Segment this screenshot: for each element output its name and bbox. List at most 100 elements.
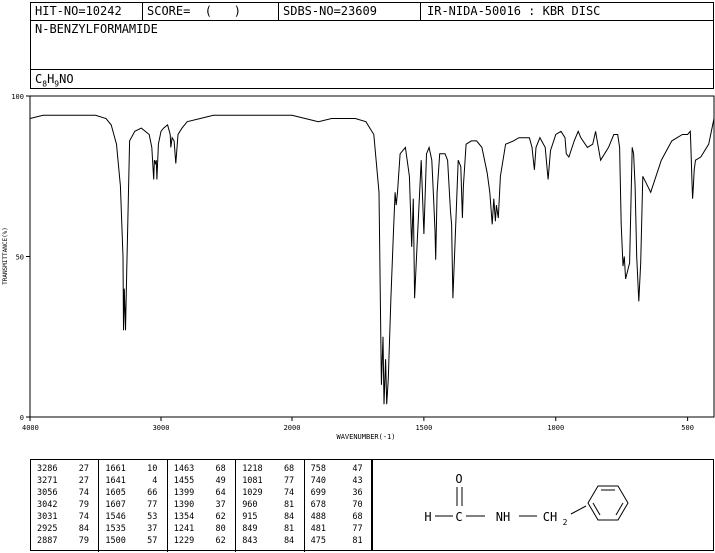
peak-transmittance: 77 [283,476,295,486]
benzene-ring [587,485,629,521]
peak-transmittance: 84 [78,524,89,534]
atom-nh: NH [496,510,510,524]
peak-transmittance: 77 [352,524,363,534]
peak-wavenumber: 915 [242,512,258,522]
peak-wavenumber: 3286 [37,464,58,474]
peak-row: 1229 62 [168,535,236,547]
peak-row: 1399 64 [168,487,236,499]
peak-wavenumber: 1229 [173,536,195,546]
peak-wavenumber: 843 [242,536,258,546]
peak-transmittance: 4 [152,476,158,486]
peak-row: 1455 49 [168,475,236,487]
peak-row: 3056 74 [31,487,99,499]
peak-row: 1081 77 [236,475,304,487]
peak-row: 1661 10 [99,463,167,475]
peak-column: 1218 68 1081 77 1029 74 960 81 915 84 849 81 843 84 [236,460,305,552]
peak-transmittance: 74 [78,488,89,498]
peak-transmittance: 37 [215,500,226,510]
x-tick-label: 1000 [547,424,564,432]
atom-ch2-sub: 2 [563,518,568,527]
peak-wavenumber: 2887 [37,536,58,546]
bond-ch2-ring [570,505,587,515]
atom-h: H [424,510,431,524]
peak-wavenumber: 1661 [105,464,126,474]
x-tick-label: 3000 [153,424,170,432]
peak-transmittance: 64 [215,488,226,498]
x-tick-label: 4000 [22,424,39,432]
peak-wavenumber: 740 [310,476,326,486]
peak-row: 1607 77 [99,499,167,511]
peak-row: 475 81 [305,535,373,547]
peak-row: 2887 79 [31,535,99,547]
peak-wavenumber: 475 [310,536,326,546]
peak-transmittance: 84 [283,536,295,546]
peak-row: 1535 37 [99,523,167,535]
peak-row: 1354 62 [168,511,236,523]
peak-row: 915 84 [236,511,304,523]
peak-wavenumber: 1390 [173,500,195,510]
molecule-structure: O H C NH CH 2 [424,472,629,527]
peak-transmittance: 10 [147,464,158,474]
atom-ch2: CH [543,510,557,524]
y-axis: 0 50 100 [11,93,30,422]
peak-row: 1029 74 [236,487,304,499]
peak-transmittance: 62 [215,536,226,546]
peak-row: 1500 57 [99,535,167,547]
peak-row: 3286 27 [31,463,99,475]
peak-wavenumber: 960 [242,500,258,510]
peak-wavenumber: 1354 [173,512,195,522]
peak-wavenumber: 3271 [37,476,58,486]
spectrum-line [29,114,715,405]
peak-transmittance: 27 [78,464,89,474]
peak-wavenumber: 1455 [173,476,195,486]
peak-transmittance: 53 [147,512,158,522]
peak-transmittance: 62 [215,512,226,522]
peak-wavenumber: 1463 [173,464,195,474]
peak-wavenumber: 1218 [242,464,263,474]
peak-row: 740 43 [305,475,373,487]
peak-wavenumber: 1500 [105,536,126,546]
peak-column: 758 47 740 43 699 36 678 70 488 68 481 77 475 81 [305,460,373,552]
peak-wavenumber: 3056 [37,488,58,498]
peak-transmittance: 43 [352,476,363,486]
peak-column: 1463 68 1455 49 1399 64 1390 37 1354 62 1241 80 1229… [168,460,237,552]
peak-transmittance: 84 [283,512,295,522]
peak-transmittance: 81 [283,500,295,510]
y-tick-label: 100 [11,93,24,101]
peak-wavenumber: 1535 [105,524,126,534]
ir-spectrum-chart: 4000 3000 2000 1500 1000 500 0 50 100 WAVENUMBE… [2,93,715,441]
peak-row: 758 47 [305,463,373,475]
peak-row: 3031 74 [31,511,99,523]
peak-wavenumber: 1641 [105,476,126,486]
peak-row: 1546 53 [99,511,167,523]
peak-wavenumber: 2925 [37,524,58,534]
peak-row: 1641 4 [99,475,167,487]
x-tick-label: 1500 [415,424,432,432]
peak-row: 849 81 [236,523,304,535]
peak-transmittance: 68 [352,512,363,522]
peak-row: 3271 27 [31,475,99,487]
peak-row: 1463 68 [168,463,236,475]
peak-wavenumber: 758 [310,464,326,474]
peak-row: 481 77 [305,523,373,535]
peak-transmittance: 66 [147,488,158,498]
peak-transmittance: 68 [283,464,295,474]
peak-row: 1241 80 [168,523,236,535]
peak-wavenumber: 1607 [105,500,126,510]
peak-row: 1218 68 [236,463,304,475]
peak-transmittance: 74 [78,512,89,522]
peak-row: 3042 79 [31,499,99,511]
x-tick-label: 500 [681,424,694,432]
peak-row: 678 70 [305,499,373,511]
x-axis-label: WAVENUMBER(-1) [336,433,395,441]
atom-c: C [455,510,462,524]
peak-column: 1661 10 1641 4 1605 66 1607 77 1546 53 1535 37 1500 5… [99,460,168,552]
peak-transmittance: 70 [352,500,363,510]
peak-row: 699 36 [305,487,373,499]
peak-transmittance: 47 [352,464,363,474]
x-tick-label: 2000 [284,424,301,432]
peak-wavenumber: 488 [310,512,326,522]
peak-transmittance: 68 [215,464,226,474]
peak-transmittance: 77 [147,500,158,510]
peak-transmittance: 37 [147,524,158,534]
